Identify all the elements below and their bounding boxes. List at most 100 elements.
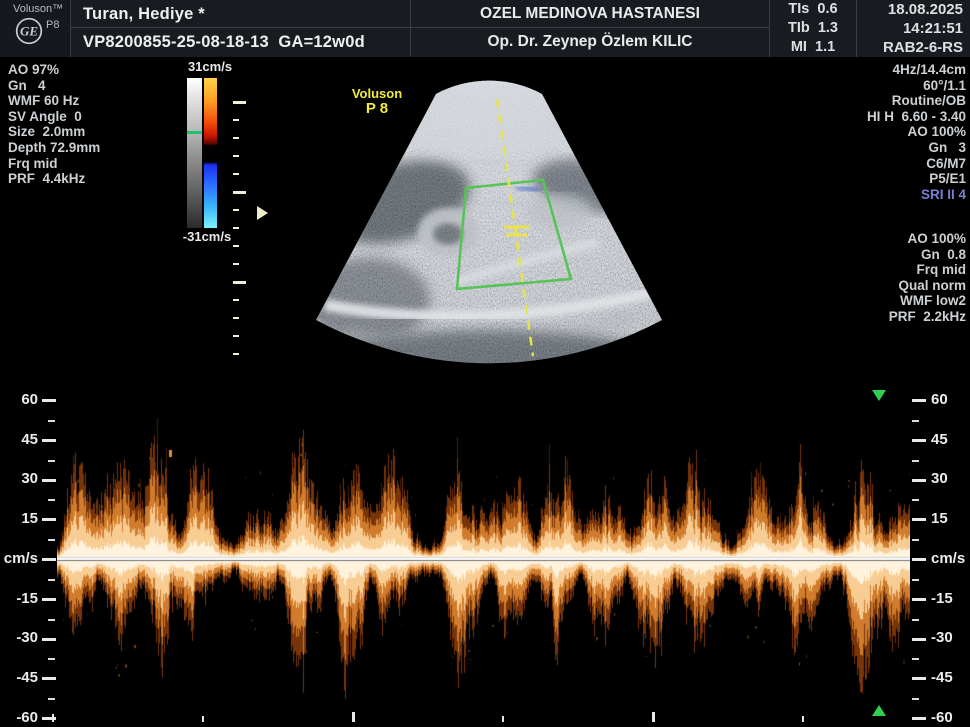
depth-ruler-tick (233, 137, 239, 139)
sweep-marker-top-icon (872, 390, 886, 401)
sample-volume-gate (504, 227, 529, 235)
param-line: Depth 72.9mm (8, 140, 100, 156)
param-line: Routine/OB (867, 93, 966, 109)
scale-label-left: 45 (0, 431, 38, 449)
scale-label-left: -30 (0, 629, 38, 647)
velocity-minor-tick-left (48, 460, 55, 462)
velocity-tick-right (912, 558, 926, 561)
header-bar: Voluson™ GE P8 Turan, Hediye * VP8200855… (0, 0, 970, 57)
model-label: P8 (46, 19, 59, 31)
scale-label-left: 30 (0, 470, 38, 488)
depth-ruler-tick (233, 173, 239, 175)
scale-label-right: 45 (931, 431, 970, 449)
scale-label-right: -15 (931, 590, 970, 608)
velocity-minor-tick-left (48, 698, 55, 700)
scale-label-left: -15 (0, 590, 38, 608)
depth-ruler-tick (233, 245, 239, 247)
velocity-tick-right (912, 598, 926, 601)
scale-label-right: -30 (931, 629, 970, 647)
velocity-minor-tick-right (912, 698, 919, 700)
param-line: PRF 2.2kHz (889, 309, 966, 325)
ti-row: TIb 1.3 (770, 19, 856, 38)
depth-ruler-tick (233, 227, 239, 229)
scale-label-right: -45 (931, 669, 970, 687)
scale-unit-left: cm/s (0, 550, 38, 568)
svg-text:GE: GE (20, 24, 38, 39)
param-line: AO 97% (8, 62, 100, 78)
time-tick (502, 716, 504, 722)
ti-row: TIs 0.6 (770, 0, 856, 19)
depth-ruler-tick (233, 263, 239, 265)
scale-label-left: -45 (0, 669, 38, 687)
patient-id: VP8200855-25-08-18-13 (83, 33, 269, 51)
velocity-tick-left (42, 518, 56, 521)
velocity-tick-left (42, 717, 56, 720)
depth-ruler-tick (233, 101, 246, 104)
velocity-minor-tick-left (48, 499, 55, 501)
grayscale-bar (187, 78, 202, 228)
bmode-image (0, 0, 970, 385)
param-line: Qual norm (889, 278, 966, 294)
velocity-minor-tick-left (48, 539, 55, 541)
param-line: P5/E1 (867, 171, 966, 187)
velocity-minor-tick-right (912, 579, 919, 581)
velocity-minor-tick-right (912, 499, 919, 501)
param-line: AO 100% (889, 231, 966, 247)
watermark-line1: Voluson (344, 86, 410, 101)
exam-date: 18.08.2025 (857, 0, 970, 19)
velocity-minor-tick-left (48, 420, 55, 422)
depth-ruler-tick (233, 299, 239, 301)
scale-label-left: -60 (0, 709, 38, 727)
operator-name: Op. Dr. Zeynep Özlem KILIC (411, 28, 769, 56)
time-tick (352, 712, 355, 722)
hospital-section: OZEL MEDINOVA HASTANESI Op. Dr. Zeynep Ö… (410, 0, 769, 57)
scale-label-right: 15 (931, 510, 970, 528)
velocity-tick-left (42, 677, 56, 680)
depth-ruler-tick (233, 209, 239, 211)
velocity-minor-tick-left (48, 579, 55, 581)
depth-ruler-tick (233, 353, 239, 355)
param-line: PRF 4.4kHz (8, 171, 100, 187)
time-tick (202, 716, 204, 722)
colorbar-max-velocity: 31cm/s (181, 59, 239, 74)
color-roi-box (457, 180, 571, 289)
patient-name: Turan, Hediye * (71, 0, 410, 28)
scale-unit-right: cm/s (931, 550, 970, 568)
focus-marker-icon (257, 206, 268, 220)
logo-section: Voluson™ GE P8 (0, 0, 70, 57)
velocity-tick-right (912, 677, 926, 680)
velocity-tick-right (912, 518, 926, 521)
scale-label-left: 60 (0, 391, 38, 409)
ge-logo-icon: GE (14, 16, 44, 51)
exam-time: 14:21:51 (857, 19, 970, 38)
param-line: 60°/1.1 (867, 78, 966, 94)
velocity-tick-right (912, 399, 926, 402)
date-section: 18.08.2025 14:21:51 RAB2-6-RS (856, 0, 970, 57)
scale-label-right: 60 (931, 391, 970, 409)
voluson-logo-text: Voluson™ (13, 3, 63, 15)
sweep-marker-bottom-icon (872, 705, 886, 716)
watermark-line2: P 8 (344, 101, 410, 116)
sri-setting: SRI II 4 (867, 187, 966, 203)
depth-ruler-tick (233, 317, 239, 319)
velocity-tick-left (42, 558, 56, 561)
velocity-minor-tick-left (48, 658, 55, 660)
param-line: HI H 6.60 - 3.40 (867, 109, 966, 125)
scale-label-right: 30 (931, 470, 970, 488)
scale-label-left: 15 (0, 510, 38, 528)
time-tick (802, 716, 804, 722)
param-line: Frq mid (889, 262, 966, 278)
gestational-age: GA=12w0d (278, 33, 364, 51)
ultrasound-screen: Voluson™ GE P8 Turan, Hediye * VP8200855… (0, 0, 970, 727)
fan-sector (316, 81, 662, 364)
color-velocity-bar (204, 78, 217, 228)
velocity-minor-tick-right (912, 539, 919, 541)
hospital-name: OZEL MEDINOVA HASTANESI (411, 0, 769, 28)
velocity-tick-left (42, 399, 56, 402)
velocity-minor-tick-right (912, 619, 919, 621)
param-line: Gn 4 (8, 78, 100, 94)
param-line: Size 2.0mm (8, 124, 100, 140)
grayscale-marker (187, 131, 202, 134)
param-line: Frq mid (8, 156, 100, 172)
depth-ruler-tick (233, 191, 246, 194)
